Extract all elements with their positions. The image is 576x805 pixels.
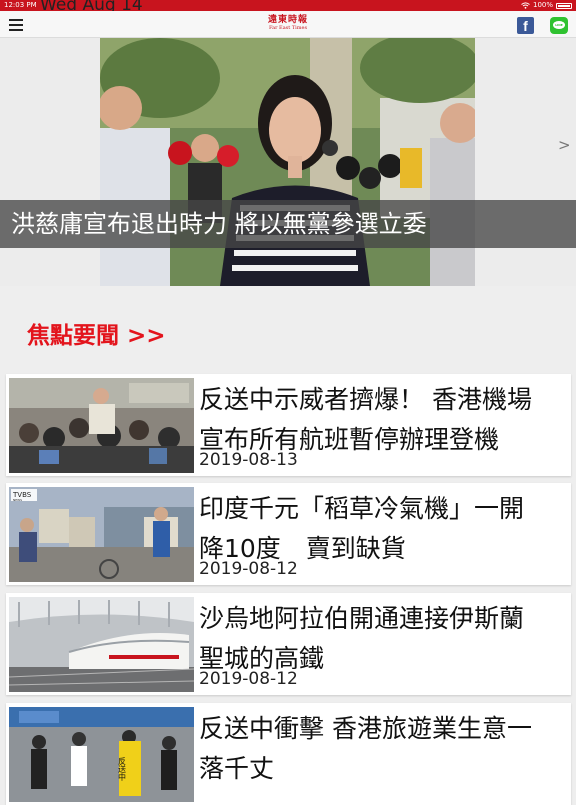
- hamburger-menu-icon[interactable]: [9, 19, 23, 31]
- article-headline[interactable]: 反送中示威者擠爆！ 香港機場 宣布所有航班暫停辦理登機: [199, 380, 567, 460]
- article-thumbnail[interactable]: TVBS NEWS: [9, 487, 194, 582]
- article-date: 2019-08-12: [199, 559, 298, 579]
- status-time: 12:03 PM: [4, 1, 37, 9]
- line-label: LINE: [555, 23, 563, 27]
- article-headline-line1: 反送中示威者擠爆！ 香港機場: [199, 385, 532, 414]
- article-thumbnail[interactable]: [9, 597, 194, 692]
- next-slide-arrow[interactable]: >: [558, 136, 571, 154]
- article-date: 2019-08-13: [199, 450, 298, 470]
- top-bar: 遠東時報 Far East Times f LINE: [0, 11, 576, 38]
- battery-percent: 100%: [532, 1, 553, 9]
- article-card[interactable]: 反送中示威者擠爆！ 香港機場 宣布所有航班暫停辦理登機 2019-08-13: [6, 374, 571, 476]
- hero-caption-bar[interactable]: 洪慈庸宣布退出時力 將以無黨參選立委: [0, 200, 576, 248]
- battery-icon: [556, 2, 572, 9]
- hero-image[interactable]: [100, 38, 475, 286]
- facebook-icon[interactable]: f: [517, 17, 534, 34]
- article-headline-line1: 印度千元「稻草冷氣機」一開: [199, 494, 525, 523]
- article-headline[interactable]: 沙烏地阿拉伯開通連接伊斯蘭 聖城的高鐵: [199, 599, 567, 679]
- wifi-icon: [521, 2, 530, 9]
- article-card[interactable]: TVBS NEWS 印度千元「稻草冷氣機」一開 降10度 賣到缺貨 2019-0…: [6, 483, 571, 585]
- article-thumbnail[interactable]: [9, 378, 194, 473]
- article-thumbnail[interactable]: 反送中: [9, 707, 194, 802]
- hero-caption[interactable]: 洪慈庸宣布退出時力 將以無黨參選立委: [11, 210, 427, 238]
- status-date: Wed Aug 14: [40, 0, 143, 15]
- logo-english: Far East Times: [268, 25, 308, 31]
- article-date: 2019-08-12: [199, 669, 298, 689]
- tvbs-sub: NEWS: [13, 498, 22, 502]
- status-right: 100%: [521, 0, 572, 11]
- article-headline[interactable]: 印度千元「稻草冷氣機」一開 降10度 賣到缺貨: [199, 489, 567, 569]
- article-headline-line1: 反送中衝擊 香港旅遊業生意一: [199, 714, 532, 743]
- section-title-focus-news[interactable]: 焦點要聞 >>: [27, 316, 166, 350]
- facebook-label: f: [523, 18, 528, 34]
- article-headline[interactable]: 反送中衝擊 香港旅遊業生意一 落千丈: [199, 709, 567, 789]
- article-headline-line2: 落千丈: [199, 754, 275, 783]
- logo-chinese: 遠東時報: [267, 15, 308, 25]
- site-logo[interactable]: 遠東時報 Far East Times: [258, 15, 318, 32]
- article-headline-line1: 沙烏地阿拉伯開通連接伊斯蘭: [199, 604, 525, 633]
- hero-carousel[interactable]: > 洪慈庸宣布退出時力 將以無黨參選立委: [0, 38, 576, 286]
- protest-sign: 反送中: [118, 756, 127, 782]
- status-bar: 12:03 PM Wed Aug 14 100%: [0, 0, 576, 15]
- article-card[interactable]: 沙烏地阿拉伯開通連接伊斯蘭 聖城的高鐵 2019-08-12: [6, 593, 571, 695]
- line-icon[interactable]: LINE: [550, 17, 568, 34]
- article-card[interactable]: 反送中 反送中衝擊 香港旅遊業生意一 落千丈: [6, 703, 571, 805]
